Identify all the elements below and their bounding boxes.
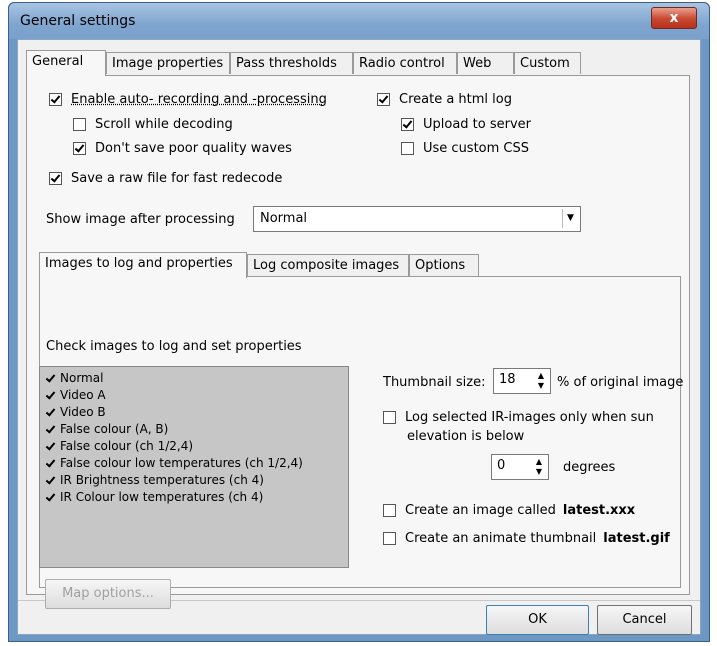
scroll-decoding-checkbox[interactable]: Scroll while decoding	[73, 117, 233, 132]
map-options-button[interactable]: Map options...	[45, 579, 171, 609]
tab-web[interactable]: Web	[457, 52, 514, 74]
check-icon	[46, 476, 55, 485]
check-icon	[46, 391, 55, 400]
images-checklist[interactable]: Normal Video A Video B False colour (A, …	[39, 366, 349, 568]
chevron-down-icon[interactable]: ▼	[562, 209, 578, 228]
tab-image-properties[interactable]: Image properties	[106, 52, 230, 74]
checkbox-box	[49, 172, 62, 185]
thumbnail-label: Thumbnail size:	[383, 375, 486, 390]
tab-general[interactable]: General	[26, 50, 106, 76]
ok-button[interactable]: OK	[486, 605, 589, 635]
subtab-log-composite[interactable]: Log composite images	[247, 254, 409, 276]
anim-filename: latest.gif	[603, 531, 670, 546]
create-latest-label: Create an image called	[405, 503, 556, 518]
window-title: General settings	[20, 13, 136, 29]
list-item[interactable]: IR Colour low temperatures (ch 4)	[46, 490, 263, 504]
enable-auto-checkbox[interactable]: Enable auto- recording and -processing	[49, 92, 327, 107]
subtab-images-to-log[interactable]: Images to log and properties	[39, 252, 247, 278]
checkbox-box	[383, 411, 396, 424]
list-item[interactable]: Video B	[46, 405, 106, 419]
list-item-label: IR Colour low temperatures (ch 4)	[60, 490, 264, 504]
checkbox-box	[73, 118, 86, 131]
list-item-label: Video A	[60, 388, 106, 402]
subtab-options[interactable]: Options	[409, 254, 479, 276]
create-html-log-label: Create a html log	[399, 92, 512, 107]
show-image-value: Normal	[260, 211, 308, 226]
list-item-label: False colour low temperatures (ch 1/2,4)	[60, 456, 303, 470]
spin-arrows-icon[interactable]: ▲ ▼	[532, 457, 546, 477]
images-heading: Check images to log and set properties	[46, 339, 302, 354]
degrees-stepper[interactable]: 0 ▲ ▼	[491, 454, 549, 480]
close-button[interactable]: x	[651, 7, 697, 29]
tab-radio-control[interactable]: Radio control	[353, 52, 457, 74]
list-item[interactable]: False colour low temperatures (ch 1/2,4)	[46, 456, 303, 470]
check-icon	[46, 442, 55, 451]
list-item-label: False colour (A, B)	[60, 422, 169, 436]
use-custom-css-label: Use custom CSS	[423, 141, 530, 156]
checkbox-box	[401, 118, 414, 131]
check-icon	[46, 425, 55, 434]
close-icon: x	[669, 10, 679, 26]
show-image-dropdown[interactable]: Normal ▼	[253, 206, 581, 232]
list-item[interactable]: IR Brightness temperatures (ch 4)	[46, 473, 264, 487]
dont-save-poor-checkbox[interactable]: Don't save poor quality waves	[73, 141, 292, 156]
use-custom-css-checkbox[interactable]: Use custom CSS	[401, 141, 529, 156]
log-ir-checkbox[interactable]: Log selected IR-images only when sun	[383, 410, 654, 425]
list-item-label: False colour (ch 1/2,4)	[60, 439, 194, 453]
checkbox-box	[383, 504, 396, 517]
show-image-label: Show image after processing	[46, 212, 235, 227]
general-panel: Enable auto- recording and -processing S…	[26, 75, 690, 609]
upload-server-checkbox[interactable]: Upload to server	[401, 117, 531, 132]
thumbnail-value: 18	[499, 372, 516, 387]
cancel-button[interactable]: Cancel	[597, 605, 692, 635]
tab-custom[interactable]: Custom	[514, 52, 581, 74]
list-item[interactable]: False colour (ch 1/2,4)	[46, 439, 193, 453]
checkbox-box	[377, 93, 390, 106]
settings-window: General settings x General Image propert…	[8, 2, 710, 642]
checkbox-box	[401, 142, 414, 155]
create-anim-label: Create an animate thumbnail	[405, 531, 597, 546]
check-icon	[46, 459, 55, 468]
log-ir-label: Log selected IR-images only when sun	[405, 410, 654, 425]
thumbnail-suffix: % of original image	[557, 375, 684, 390]
scroll-decoding-label: Scroll while decoding	[95, 117, 233, 132]
degrees-label: degrees	[563, 460, 616, 475]
dont-save-poor-label: Don't save poor quality waves	[95, 141, 292, 156]
list-item-label: IR Brightness temperatures (ch 4)	[60, 473, 264, 487]
thumbnail-stepper[interactable]: 18 ▲ ▼	[493, 368, 551, 394]
check-icon	[46, 493, 55, 502]
check-icon	[46, 374, 55, 383]
spin-arrows-icon[interactable]: ▲ ▼	[534, 371, 548, 391]
tab-pass-thresholds[interactable]: Pass thresholds	[230, 52, 353, 74]
checkbox-box	[49, 93, 62, 106]
list-item[interactable]: False colour (A, B)	[46, 422, 168, 436]
dialog-client: General Image properties Pass thresholds…	[17, 39, 701, 635]
list-item-label: Normal	[60, 371, 104, 385]
save-raw-checkbox[interactable]: Save a raw file for fast redecode	[49, 171, 282, 186]
list-item[interactable]: Video A	[46, 388, 106, 402]
save-raw-label: Save a raw file for fast redecode	[71, 171, 283, 186]
log-ir-label-line2: elevation is below	[407, 429, 525, 444]
list-item[interactable]: Normal	[46, 371, 103, 385]
enable-auto-label: Enable auto- recording and -processing	[71, 92, 327, 107]
create-latest-checkbox[interactable]: Create an image called latest.xxx	[383, 503, 635, 518]
degrees-value: 0	[497, 458, 506, 473]
checkbox-box	[383, 532, 396, 545]
list-item-label: Video B	[60, 405, 106, 419]
check-icon	[46, 408, 55, 417]
create-anim-checkbox[interactable]: Create an animate thumbnail latest.gif	[383, 531, 670, 546]
create-html-log-checkbox[interactable]: Create a html log	[377, 92, 512, 107]
checkbox-box	[73, 142, 86, 155]
upload-server-label: Upload to server	[423, 117, 532, 132]
latest-filename: latest.xxx	[562, 503, 636, 518]
title-bar[interactable]: General settings x	[9, 3, 709, 39]
